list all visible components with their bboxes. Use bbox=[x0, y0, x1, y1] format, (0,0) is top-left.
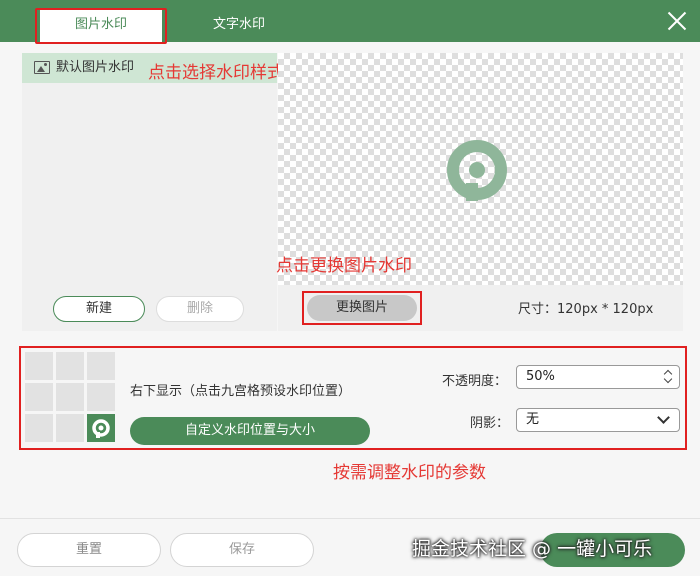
annotation-change-image: 点击更换图片水印 bbox=[276, 256, 412, 276]
spinner-icon[interactable] bbox=[663, 369, 673, 385]
watermark-list-item-label: 默认图片水印 bbox=[56, 60, 135, 75]
grid-cell[interactable] bbox=[87, 352, 115, 380]
position-grid[interactable] bbox=[25, 352, 117, 444]
reset-button[interactable]: 重置 bbox=[17, 533, 161, 567]
opacity-label: 不透明度： bbox=[442, 374, 508, 389]
save-button[interactable]: 保存 bbox=[170, 533, 314, 567]
grid-cell[interactable] bbox=[25, 352, 53, 380]
image-icon bbox=[34, 61, 50, 74]
grid-cell[interactable] bbox=[56, 352, 84, 380]
grid-cell[interactable] bbox=[56, 414, 84, 442]
new-button[interactable]: 新建 bbox=[53, 296, 145, 322]
tab-text-watermark[interactable]: 文字水印 bbox=[176, 8, 302, 42]
grid-cell-bottom-right[interactable] bbox=[87, 414, 115, 442]
shadow-label: 阴影： bbox=[470, 416, 510, 431]
custom-position-button[interactable]: 自定义水印位置与大小 bbox=[130, 417, 370, 445]
watermark-logo-icon bbox=[92, 419, 110, 438]
footer-divider bbox=[0, 518, 700, 519]
delete-button[interactable]: 删除 bbox=[156, 296, 244, 322]
grid-cell[interactable] bbox=[25, 383, 53, 411]
grid-cell[interactable] bbox=[56, 383, 84, 411]
chevron-down-icon bbox=[657, 411, 670, 424]
tab-highlight-box bbox=[35, 8, 167, 44]
annotation-choose-style: 点击选择水印样式 bbox=[148, 63, 284, 83]
shadow-value: 无 bbox=[526, 412, 540, 427]
opacity-stepper[interactable]: 50% bbox=[516, 365, 680, 389]
grid-cell[interactable] bbox=[87, 383, 115, 411]
annotation-adjust-params: 按需调整水印的参数 bbox=[333, 463, 486, 483]
change-image-highlight-box bbox=[302, 291, 422, 325]
credit-watermark: 掘金技术社区 @ 一罐小可乐 bbox=[412, 538, 653, 560]
size-label: 尺寸：120px * 120px bbox=[518, 302, 654, 317]
watermark-list-panel: 默认图片水印 bbox=[22, 53, 277, 331]
close-icon[interactable] bbox=[667, 11, 687, 31]
watermark-logo-icon bbox=[447, 140, 507, 201]
position-description: 右下显示（点击九宫格预设水印位置） bbox=[130, 384, 352, 399]
grid-cell[interactable] bbox=[25, 414, 53, 442]
shadow-select[interactable]: 无 bbox=[516, 408, 680, 432]
opacity-value: 50% bbox=[526, 369, 555, 384]
